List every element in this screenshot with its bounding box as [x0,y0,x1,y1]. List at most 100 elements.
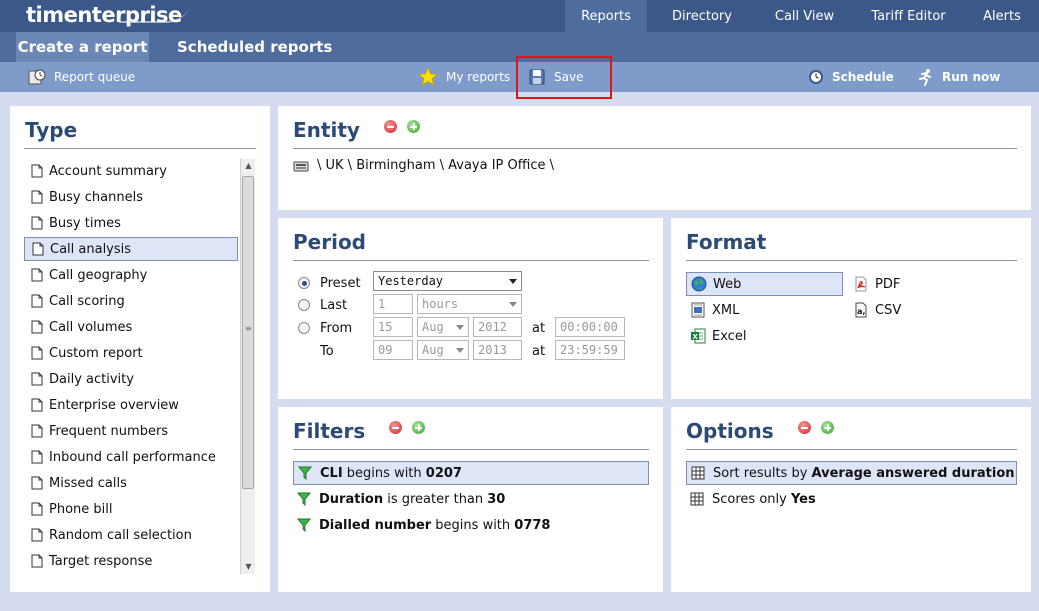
to-time-input[interactable]: 23:59:59 [555,340,625,360]
preset-radio[interactable] [298,277,310,289]
type-item[interactable]: Call analysis [24,237,238,261]
type-scrollbar[interactable]: ▲ ≡ ▼ [240,159,255,574]
add-filter-icon[interactable] [412,421,425,434]
report-queue-icon [28,69,46,85]
type-item[interactable]: Call volumes [24,315,238,339]
type-item[interactable]: Call geography [24,263,238,287]
type-item-label: Daily activity [49,371,134,387]
last-count-input[interactable]: 1 [373,294,413,314]
csv-icon: a, [855,302,867,318]
preset-select[interactable]: Yesterday [373,271,522,291]
schedule-label: Schedule [832,70,894,84]
from-year-input[interactable]: 2012 [473,317,522,337]
remove-option-icon[interactable] [798,421,811,434]
option-row[interactable]: Sort results by Average answered duratio… [686,461,1017,485]
to-month-select[interactable]: Aug [417,340,469,360]
document-icon [31,268,43,282]
filter-row[interactable]: Duration is greater than 30 [293,487,649,511]
schedule-button[interactable]: Schedule [808,62,894,92]
last-radio[interactable] [298,299,310,311]
run-now-button[interactable]: Run now [916,62,1000,92]
funnel-icon [298,466,312,480]
document-icon [31,320,43,334]
scroll-thumb[interactable]: ≡ [242,176,254,489]
table-icon [690,492,704,506]
to-day-input[interactable]: 09 [373,340,413,360]
remove-entity-icon[interactable] [384,120,397,133]
type-item-label: Inbound call performance [49,449,216,465]
document-icon [31,502,43,516]
type-item[interactable]: Missed calls [24,471,238,495]
type-item[interactable]: Target response [24,549,238,573]
type-item[interactable]: Inbound call performance [24,445,238,469]
type-item[interactable]: Daily activity [24,367,238,391]
report-queue-label: Report queue [54,70,136,84]
nav-alerts[interactable]: Alerts [965,0,1039,32]
type-item[interactable]: Enterprise overview [24,393,238,417]
remove-filter-icon[interactable] [389,421,402,434]
nav-tariff-editor[interactable]: Tariff Editor [852,0,965,32]
report-queue-button[interactable]: Report queue [28,62,135,92]
from-month-select[interactable]: Aug [417,317,469,337]
document-icon [31,554,43,568]
tab-scheduled-reports[interactable]: Scheduled reports [177,32,332,62]
option-row[interactable]: Scores only Yes [686,487,1017,511]
type-item[interactable]: Custom report [24,341,238,365]
period-panel: Period Preset Yesterday Last 1 hours Fro… [278,218,663,399]
chevron-down-icon [509,302,517,307]
from-time-input[interactable]: 00:00:00 [555,317,625,337]
format-xml[interactable]: XML [686,298,843,322]
type-item[interactable]: Account summary [24,159,238,183]
document-icon [31,190,43,204]
to-year-input[interactable]: 2013 [473,340,522,360]
document-icon [31,164,43,178]
last-unit-select[interactable]: hours [417,294,522,314]
type-item-label: Enterprise overview [49,397,179,413]
document-icon [31,346,43,360]
type-item[interactable]: Busy channels [24,185,238,209]
format-csv[interactable]: a, CSV [849,298,999,322]
document-icon [31,398,43,412]
nav-reports[interactable]: Reports [565,0,647,32]
filter-row[interactable]: Dialled number begins with 0778 [293,513,649,537]
from-radio[interactable] [298,322,310,334]
document-icon [31,528,43,542]
format-pdf[interactable]: PDF [849,272,999,296]
entity-path[interactable]: \ UK \ Birmingham \ Avaya IP Office \ [293,158,554,173]
format-title: Format [686,230,767,254]
type-panel: Type Account summary Busy channels Busy ti… [10,106,270,592]
type-item[interactable]: Random call selection [24,523,238,547]
document-icon [31,294,43,308]
scroll-down-icon[interactable]: ▼ [241,560,256,574]
filter-row[interactable]: CLI begins with 0207 [293,461,649,485]
document-icon [31,372,43,386]
type-item[interactable]: Frequent numbers [24,419,238,443]
format-web[interactable]: Web [686,272,843,296]
type-item[interactable]: Call scoring [24,289,238,313]
options-title: Options [686,419,774,443]
type-item-label: Target response [49,553,153,569]
type-item[interactable]: Busy times [24,211,238,235]
type-item-label: Frequent numbers [49,423,169,439]
from-day-input[interactable]: 15 [373,317,413,337]
running-man-icon [919,69,931,86]
document-icon [32,242,44,256]
nav-directory[interactable]: Directory [647,0,757,32]
nav-call-view[interactable]: Call View [757,0,852,32]
document-icon [31,476,43,490]
format-excel-label: Excel [712,328,747,344]
filters-panel: Filters CLI begins with 0207 Duration is… [278,407,663,592]
type-item[interactable]: Phone bill [24,497,238,521]
pbx-icon [293,161,309,171]
document-icon [31,216,43,230]
my-reports-button[interactable]: My reports [418,62,510,92]
type-item-label: Call geography [49,267,148,283]
add-option-icon[interactable] [821,421,834,434]
document-icon [31,450,43,464]
type-item-label: Call volumes [49,319,133,335]
tab-create-report[interactable]: Create a report [16,32,149,62]
scroll-up-icon[interactable]: ▲ [241,159,256,173]
my-reports-label: My reports [446,70,511,84]
add-entity-icon[interactable] [407,120,420,133]
format-excel[interactable]: X Excel [686,324,843,348]
